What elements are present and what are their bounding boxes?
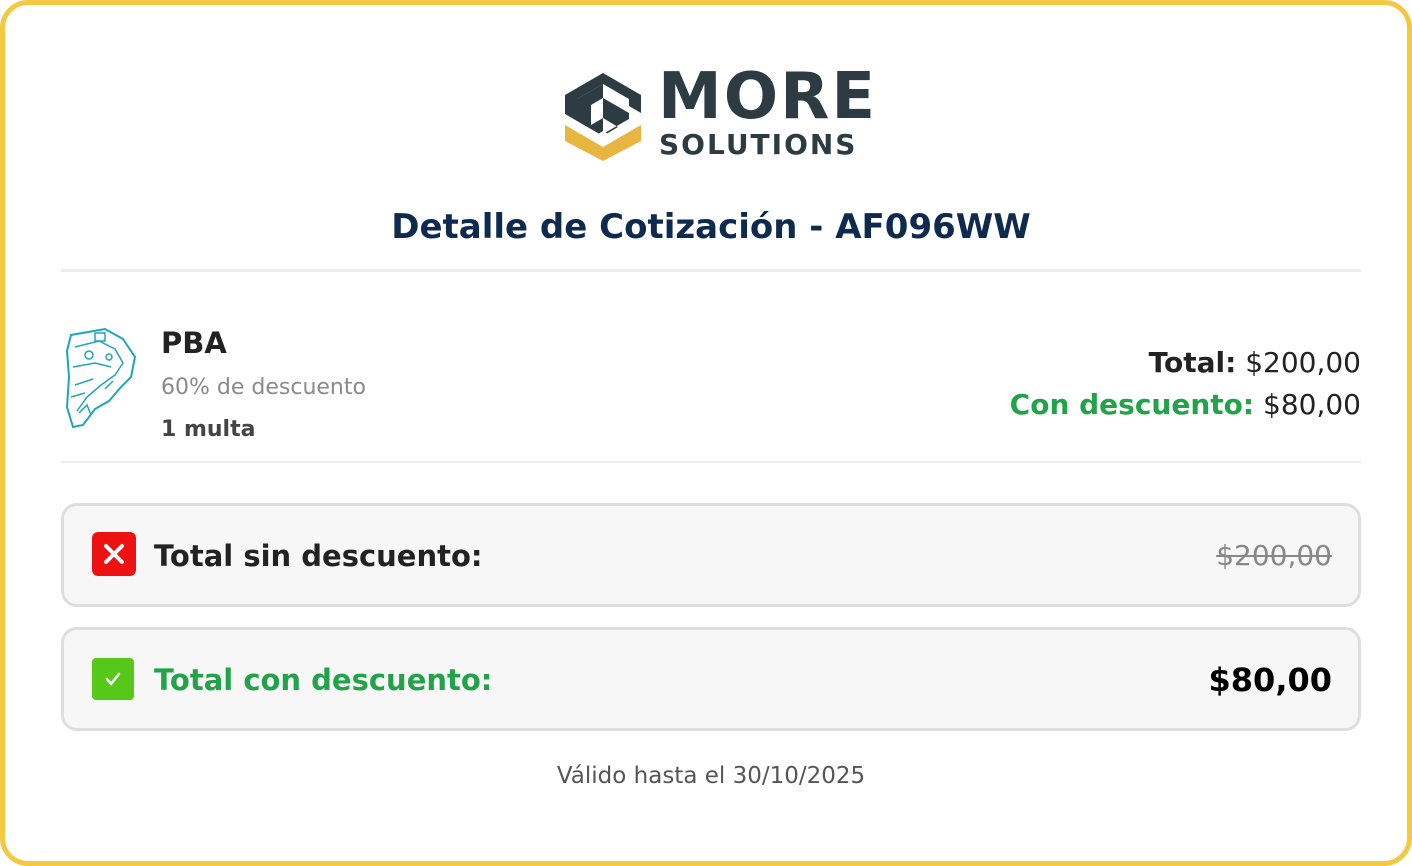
x-mark-icon xyxy=(92,532,136,576)
total-without-discount-value: $200,00 xyxy=(1216,539,1332,572)
total-without-discount-label: Total sin descuento: xyxy=(154,539,483,573)
brand-logo: MORE SOLUTIONS xyxy=(563,65,875,163)
header-divider xyxy=(61,269,1361,272)
item-discounted-value: $80,00 xyxy=(1263,388,1361,421)
item-discounted-label: Con descuento: xyxy=(1009,388,1255,421)
total-with-discount-label: Total con descuento: xyxy=(154,663,493,697)
item-total-value: $200,00 xyxy=(1245,346,1361,379)
check-mark-icon xyxy=(92,658,134,700)
page-title: Detalle de Cotización - AF096WW xyxy=(391,207,1031,247)
logo-subword: SOLUTIONS xyxy=(659,128,858,161)
quote-item-row: PBA 60% de descuento 1 multa Total: $200… xyxy=(61,273,1361,463)
total-with-discount-box: Total con descuento: $80,00 xyxy=(61,627,1361,731)
item-fine-count: 1 multa xyxy=(161,417,256,442)
total-with-discount-value: $80,00 xyxy=(1208,661,1332,699)
logo-word: MORE xyxy=(658,60,878,134)
item-total: Total: $200,00 xyxy=(1149,345,1361,381)
total-without-discount-box: Total sin descuento: $200,00 xyxy=(61,503,1361,607)
item-discounted-total: Con descuento: $80,00 xyxy=(1010,387,1361,423)
item-discount: 60% de descuento xyxy=(161,375,366,400)
validity-note: Válido hasta el 30/10/2025 xyxy=(556,763,866,789)
logo-mark-icon xyxy=(565,73,641,161)
quote-card: MORE SOLUTIONS Detalle de Cotización - A… xyxy=(0,0,1412,866)
item-name: PBA xyxy=(161,326,227,360)
item-total-label: Total: xyxy=(1148,346,1237,379)
pba-map-icon xyxy=(65,327,137,435)
